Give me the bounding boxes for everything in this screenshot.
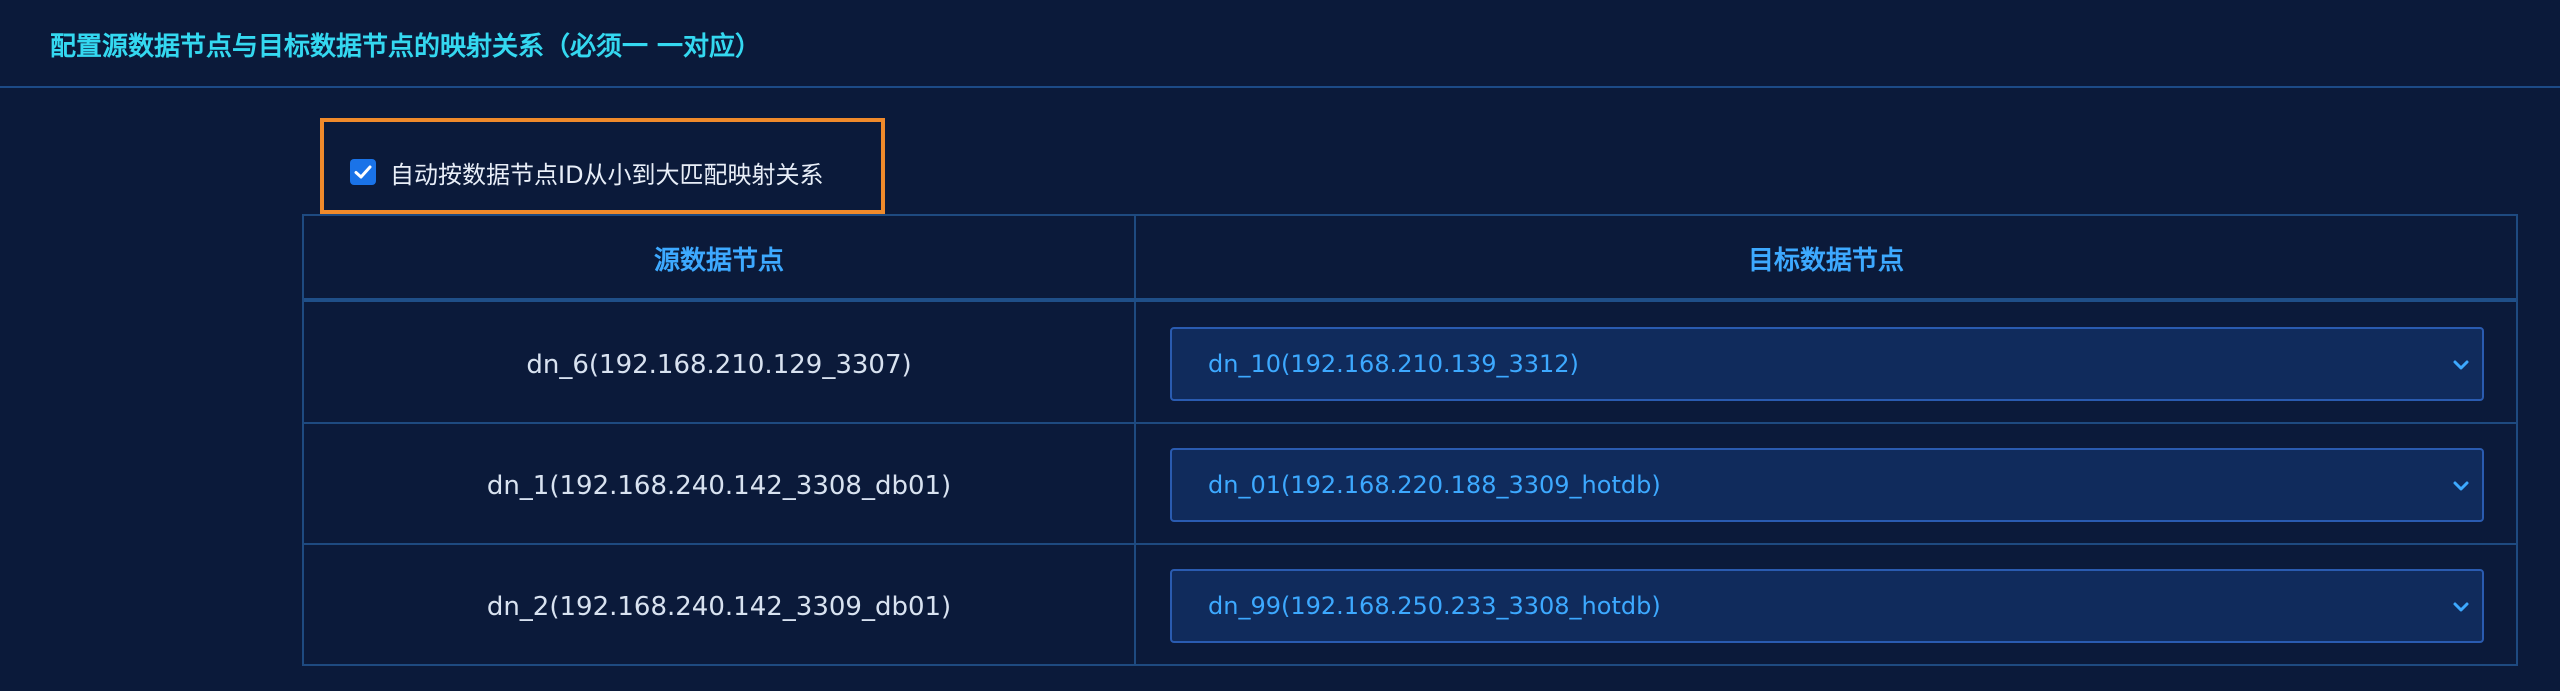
chevron-down-icon <box>2453 481 2469 491</box>
target-node-select[interactable]: dn_01(192.168.220.188_3309_hotdb) <box>1170 448 2484 522</box>
column-divider <box>1134 216 1136 664</box>
auto-match-highlight: 自动按数据节点ID从小到大匹配映射关系 <box>320 118 885 214</box>
source-node-cell: dn_6(192.168.210.129_3307) <box>526 350 912 380</box>
chevron-down-icon <box>2453 602 2469 612</box>
section-title: 配置源数据节点与目标数据节点的映射关系（必须一 一对应） <box>50 32 762 62</box>
checkmark-icon <box>354 165 372 179</box>
header-source-node: 源数据节点 <box>653 246 784 276</box>
target-node-value: dn_99(192.168.250.233_3308_hotdb) <box>1208 592 1661 620</box>
header-target-node: 目标数据节点 <box>1747 246 1904 276</box>
source-node-cell: dn_1(192.168.240.142_3308_db01) <box>486 471 952 501</box>
target-node-select[interactable]: dn_99(192.168.250.233_3308_hotdb) <box>1170 569 2484 643</box>
target-node-value: dn_10(192.168.210.139_3312) <box>1208 350 1579 378</box>
mapping-table: 源数据节点 目标数据节点 dn_6(192.168.210.129_3307) … <box>302 214 2518 666</box>
auto-match-checkbox[interactable] <box>350 159 376 185</box>
row-divider <box>304 543 2516 545</box>
target-node-select[interactable]: dn_10(192.168.210.139_3312) <box>1170 327 2484 401</box>
chevron-down-icon <box>2453 360 2469 370</box>
header-divider <box>304 298 2516 302</box>
section-header: 配置源数据节点与目标数据节点的映射关系（必须一 一对应） <box>0 0 2560 88</box>
target-node-value: dn_01(192.168.220.188_3309_hotdb) <box>1208 471 1661 499</box>
source-node-cell: dn_2(192.168.240.142_3309_db01) <box>486 592 952 622</box>
auto-match-label[interactable]: 自动按数据节点ID从小到大匹配映射关系 <box>390 155 824 190</box>
row-divider <box>304 422 2516 424</box>
